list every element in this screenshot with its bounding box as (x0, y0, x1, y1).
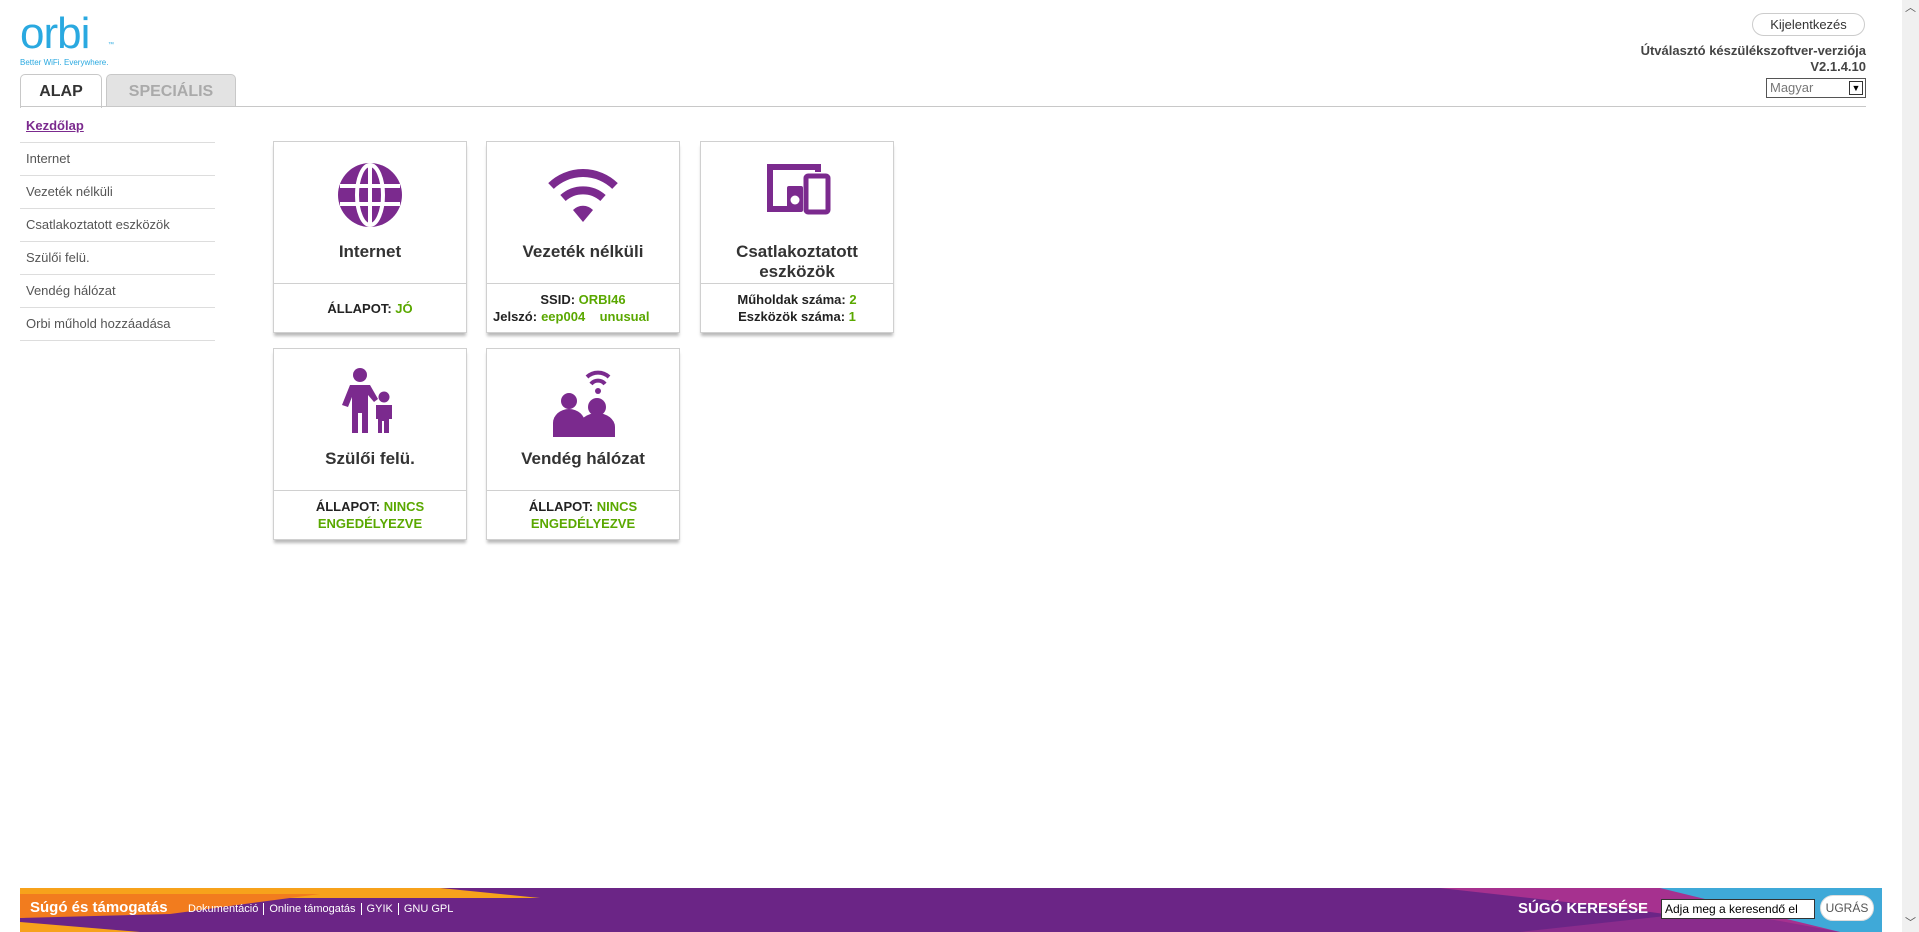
chevron-down-icon[interactable]: ▼ (1849, 81, 1863, 95)
help-support-footer: Súgó és támogatás Dokumentáció Online tá… (20, 888, 1882, 932)
logo-tagline: Better WiFi. Everywhere. (20, 58, 109, 67)
status-value-line1: NINCS (383, 499, 425, 514)
satellites-label: Műholdak száma: (737, 292, 846, 307)
sidebar-item-guest-network[interactable]: Vendég hálózat (20, 275, 215, 308)
ssid-value: ORBI46 (578, 292, 626, 307)
sidebar-item-attached-devices[interactable]: Csatlakoztatott eszközök (20, 209, 215, 242)
logo-tm: ™ (108, 42, 114, 48)
scroll-up-icon[interactable]: ︿ (1902, 0, 1919, 17)
tab-basic[interactable]: ALAP (20, 74, 102, 108)
help-search-label: SÚGÓ KERESÉSE (1518, 900, 1649, 917)
card-title: Vendég hálózat (521, 449, 645, 468)
header-divider (20, 106, 1866, 107)
internet-card[interactable]: Internet ÁLLAPOT: JÓ (273, 141, 467, 333)
parent-child-icon (274, 367, 466, 439)
password-label: Jelszó: (493, 309, 538, 324)
language-value: Magyar (1770, 80, 1814, 95)
scroll-down-icon[interactable]: ﹀ (1902, 915, 1919, 932)
sidebar-item-home[interactable]: Kezdőlap (20, 110, 215, 143)
card-title: Csatlakoztatott eszközök (736, 242, 858, 281)
footer-link-gnu-gpl[interactable]: GNU GPL (399, 903, 459, 915)
devices-icon (701, 160, 893, 232)
status-value-line1: NINCS (596, 499, 638, 514)
go-button[interactable]: UGRÁS (1820, 895, 1874, 921)
sidebar-item-internet[interactable]: Internet (20, 143, 215, 176)
devices-label: Eszközök száma: (738, 309, 846, 324)
sidebar-item-add-satellite[interactable]: Orbi műhold hozzáadása (20, 308, 215, 341)
satellites-value: 2 (849, 292, 857, 307)
footer-link-faq[interactable]: GYIK (362, 903, 399, 915)
firmware-version: V2.1.4.10 (1810, 59, 1866, 74)
card-title: Internet (338, 242, 402, 261)
footer-link-documentation[interactable]: Dokumentáció (188, 903, 265, 915)
language-select[interactable]: Magyar ▼ (1766, 78, 1866, 98)
sidebar-item-wireless[interactable]: Vezeték nélküli (20, 176, 215, 209)
status-label: ÁLLAPOT: (528, 499, 594, 514)
firmware-label: Útválasztó készülékszoftver-verziója (1640, 43, 1866, 58)
logout-button[interactable]: Kijelentkezés (1752, 13, 1865, 36)
wifi-icon (487, 160, 679, 232)
password-value: eep004 unusual (541, 309, 650, 324)
status-label: ÁLLAPOT: (315, 499, 381, 514)
orbi-logo: orbi ™ Better WiFi. Everywhere. (20, 9, 114, 68)
footer-title: Súgó és támogatás (30, 899, 168, 916)
status-value: JÓ (395, 300, 413, 316)
status-value-line2: ENGEDÉLYEZVE (317, 516, 423, 531)
sidebar-item-parental-controls[interactable]: Szülői felü. (20, 242, 215, 275)
ssid-label: SSID: (540, 292, 576, 307)
help-search-input[interactable] (1661, 899, 1815, 919)
parental-controls-card[interactable]: Szülői felü. ÁLLAPOT: NINCS ENGEDÉLYEZVE (273, 348, 467, 540)
sidebar-nav: Kezdőlap Internet Vezeték nélküli Csatla… (20, 110, 215, 341)
guest-wifi-icon (487, 367, 679, 439)
wireless-card[interactable]: Vezeték nélküli SSID: ORBI46 Jelszó: eep0… (486, 141, 680, 333)
globe-icon (274, 160, 466, 232)
status-value-line2: ENGEDÉLYEZVE (530, 516, 636, 531)
tab-advanced[interactable]: SPECIÁLIS (106, 74, 236, 107)
logo-word: orbi (20, 9, 90, 58)
attached-devices-card[interactable]: Csatlakoztatott eszközök Műholdak száma:… (700, 141, 894, 333)
devices-value: 1 (848, 309, 856, 324)
vertical-scrollbar[interactable]: ︿ ﹀ (1902, 0, 1919, 932)
guest-network-card[interactable]: Vendég hálózat ÁLLAPOT: NINCS ENGEDÉLYEZ… (486, 348, 680, 540)
card-title: Szülői felü. (325, 449, 415, 468)
card-title: Vezeték nélküli (522, 242, 644, 261)
footer-links: Dokumentáció Online támogatás GYIK GNU G… (188, 903, 458, 915)
footer-link-online-support[interactable]: Online támogatás (264, 903, 362, 915)
status-label: ÁLLAPOT: (327, 300, 392, 316)
